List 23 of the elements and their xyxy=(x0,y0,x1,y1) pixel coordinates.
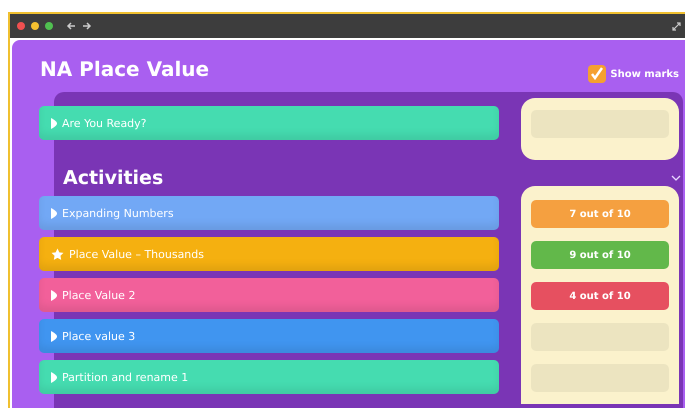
score-badge: 9 out of 10 xyxy=(531,241,669,269)
chevron-icon[interactable] xyxy=(671,175,681,181)
activity-button[interactable]: Place Value – Thousands xyxy=(39,237,499,271)
activity-button[interactable]: Place value 3 xyxy=(39,319,499,353)
play-arrow-icon xyxy=(51,372,57,382)
section-heading: Activities xyxy=(63,167,164,189)
checkmark-icon xyxy=(590,67,604,81)
play-arrow-icon xyxy=(51,290,57,300)
page-title: NA Place Value xyxy=(40,57,210,81)
play-arrow-icon xyxy=(51,330,57,342)
expand-icon[interactable] xyxy=(672,22,681,30)
play-arrow-icon xyxy=(51,208,57,218)
activity-button[interactable]: Place Value 2 xyxy=(39,278,499,312)
activity-button[interactable]: Are You Ready? xyxy=(39,106,499,140)
forward-arrow-icon[interactable] xyxy=(82,21,92,31)
score-badge: 7 out of 10 xyxy=(531,200,669,228)
activity-button[interactable]: Expanding Numbers xyxy=(39,196,499,230)
star-icon xyxy=(51,248,64,260)
show-marks-checkbox[interactable]: Show marks xyxy=(588,65,679,83)
play-arrow-icon xyxy=(51,118,57,128)
back-arrow-icon[interactable] xyxy=(66,21,76,31)
activity-button[interactable]: Partition and rename 1 xyxy=(39,360,499,394)
score-badge: 4 out of 10 xyxy=(531,282,669,310)
